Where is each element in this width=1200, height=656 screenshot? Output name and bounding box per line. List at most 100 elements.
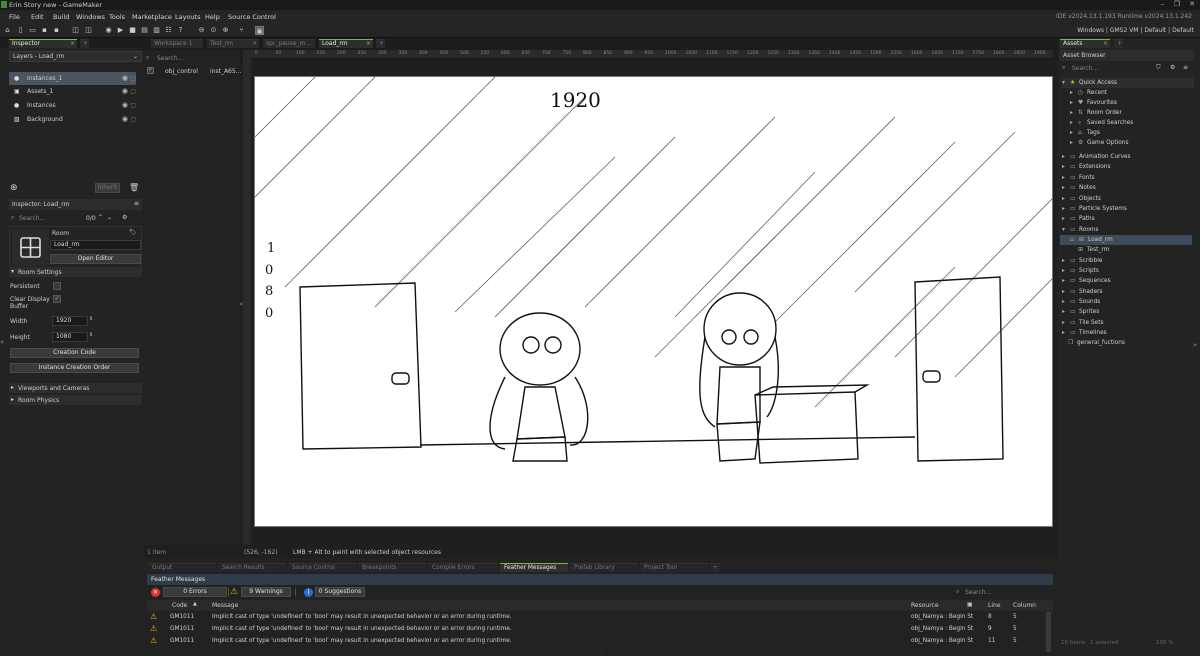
chevron-up-icon[interactable]: ⌃ (98, 214, 103, 221)
save-all-icon[interactable]: ▪ (52, 26, 61, 35)
tab-assets[interactable]: Assets × (1060, 39, 1110, 48)
add-tab-button[interactable]: + (1114, 39, 1123, 48)
instance-checkbox[interactable]: ✓ (147, 67, 154, 74)
folder-objects[interactable]: ▸ ▭ Objects (1062, 194, 1101, 204)
persistent-checkbox[interactable] (53, 282, 61, 290)
collapse-left-icon[interactable]: « (0, 338, 4, 346)
feather-search-input[interactable]: Search... (965, 589, 991, 596)
folder-notes[interactable]: ▸ ▭ Notes (1062, 183, 1096, 193)
folder-extensions[interactable]: ▸ ▭ Extensions (1062, 162, 1110, 172)
creation-code-button[interactable]: Creation Code (10, 348, 139, 358)
table-row[interactable]: ⚠ GM1011 Implicit cast of type 'undefine… (147, 611, 1053, 623)
add-tab-button[interactable]: + (710, 563, 720, 572)
width-input[interactable]: 1920 (52, 316, 88, 326)
viewports-header[interactable]: ▸ Viewports and Cameras (9, 383, 142, 393)
folder-animation-curves[interactable]: ▸ ▭ Animation Curves (1062, 152, 1131, 162)
add-tab-button[interactable]: + (376, 39, 385, 48)
folder-scribble[interactable]: ▸ ▭ Scribble (1062, 256, 1102, 266)
close-icon[interactable]: × (70, 40, 75, 48)
tab-workspace-1[interactable]: Workspace 1 (151, 39, 203, 48)
clean-icon[interactable]: ▤ (140, 26, 149, 35)
debug-icon[interactable]: ◉ (104, 26, 113, 35)
room-settings-header[interactable]: ▾ Room Settings (9, 267, 142, 277)
inspector-search-input[interactable]: Search... (19, 215, 45, 222)
close-icon[interactable]: × (366, 40, 371, 48)
menu-build[interactable]: Build (53, 13, 69, 21)
tag-icon[interactable]: 🏷 (129, 229, 137, 236)
room-name-field[interactable]: Load_rm (50, 240, 141, 250)
room-canvas[interactable]: 1920 1 0 8 0 (254, 76, 1053, 527)
package-icon[interactable]: ◫ (71, 26, 80, 35)
visibility-eye-icon[interactable]: ◉ (122, 85, 128, 98)
build-icon[interactable]: ▥ (152, 26, 161, 35)
target-selector[interactable]: Windows | GMS2 VM | Default | Default (1077, 27, 1194, 34)
script-general-fuctions[interactable]: ❐ general_fuctions (1068, 338, 1125, 348)
quick-item-saved-searches[interactable]: ▸ ⌕ Saved Searches (1070, 118, 1133, 128)
col-resource[interactable]: Resource (911, 602, 939, 609)
visibility-eye-icon[interactable]: ◉ (122, 113, 128, 126)
quick-access-header[interactable]: ▾ ★ Quick Access (1062, 78, 1194, 88)
folder-particle-systems[interactable]: ▸ ▭ Particle Systems (1062, 204, 1127, 214)
folder-tile-sets[interactable]: ▸ ▭ Tile Sets (1062, 318, 1104, 328)
menu-icon[interactable]: ≡ (134, 200, 139, 207)
close-icon[interactable]: × (1103, 40, 1108, 48)
maximize-button[interactable]: ❐ (1174, 0, 1180, 8)
folder-scripts[interactable]: ▸ ▭ Scripts (1062, 266, 1099, 276)
tab-test-rm[interactable]: Test_rm × (207, 39, 259, 48)
home-icon[interactable]: ⌂ (3, 26, 12, 35)
zoom-reset-icon[interactable]: ⊙ (209, 26, 218, 35)
height-input[interactable]: 1080 (52, 332, 88, 342)
menu-source-control[interactable]: Source Control (228, 13, 276, 21)
asset-zoom[interactable]: 100 % (1156, 640, 1173, 646)
table-row[interactable]: ⚠ GM1011 Implicit cast of type 'undefine… (147, 635, 1053, 647)
zoom-in-icon[interactable]: ⊕ (221, 26, 230, 35)
row-resource[interactable]: obj_Namya : Begin St (911, 611, 973, 623)
menu-file[interactable]: File (9, 13, 20, 21)
table-row[interactable]: ⚠ GM1011 Implicit cast of type 'undefine… (147, 623, 1053, 635)
menu-edit[interactable]: Edit (31, 13, 44, 21)
add-layer-icon[interactable]: ⊕ (10, 183, 18, 193)
target-device-icon[interactable]: ▣ (255, 26, 264, 35)
quick-item-favourites[interactable]: ▸ ♥ Favourites (1070, 98, 1117, 108)
open-folder-icon[interactable]: ▭ (28, 26, 37, 35)
folder-timelines[interactable]: ▸ ▭ Timelines (1062, 328, 1107, 338)
tab-feather-messages[interactable]: Feather Messages (500, 563, 568, 572)
folder-sequences[interactable]: ▸ ▭ Sequences (1062, 276, 1111, 286)
lock-icon[interactable]: ▢ (130, 85, 136, 98)
errors-filter-button[interactable]: 0 Errors (163, 587, 227, 597)
folder-sounds[interactable]: ▸ ▭ Sounds (1062, 297, 1100, 307)
delete-layer-icon[interactable]: 🗑 (129, 183, 139, 192)
quick-item-room-order[interactable]: ▸ ⇅ Room Order (1070, 108, 1122, 118)
open-editor-button[interactable]: Open Editor (50, 254, 141, 264)
room-item-test-rm[interactable]: ⊞ Test_rm (1078, 245, 1109, 255)
run-icon[interactable]: ▶ (116, 26, 125, 35)
col-line[interactable]: Line (988, 602, 1001, 609)
visibility-eye-icon[interactable]: ◉ (122, 72, 128, 85)
stop-icon[interactable]: ■ (128, 26, 137, 35)
scrollbar[interactable] (1046, 612, 1051, 652)
tab-inspector[interactable]: Inspector × (9, 39, 77, 48)
instance-creation-order-button[interactable]: Instance Creation Order (10, 363, 139, 373)
new-file-icon[interactable]: ▯ (16, 26, 25, 35)
source-control-icon[interactable]: ⑂ (237, 26, 246, 35)
filter-icon[interactable]: ▣ (967, 601, 973, 608)
instance-name[interactable]: obj_control (165, 68, 198, 75)
quick-item-tags[interactable]: ▸ ⌂ Tags (1070, 128, 1100, 138)
layers-header[interactable]: Layers - Load_rm ⌄ (9, 51, 142, 62)
tab-source-control[interactable]: Source Control (288, 563, 356, 572)
export-icon[interactable]: ◫ (84, 26, 93, 35)
width-stepper[interactable]: ⇕ (89, 316, 93, 322)
menu-icon[interactable]: ≡ (1183, 64, 1188, 71)
clear-display-checkbox[interactable]: ✓ (53, 295, 61, 303)
lock-icon[interactable]: ▢ (130, 113, 136, 126)
tab-load-rm[interactable]: Load_rm × (319, 39, 373, 48)
layer-instances-1[interactable]: ● Instances_1 ◉ ▢ (9, 72, 136, 85)
quick-item-recent[interactable]: ▸ ◷ Recent (1070, 88, 1107, 98)
tab-project-tool[interactable]: Project Tool (640, 563, 708, 572)
room-physics-header[interactable]: ▸ Room Physics (9, 395, 142, 405)
zoom-out-icon[interactable]: ⊖ (197, 26, 206, 35)
layer-assets-1[interactable]: ▣ Assets_1 ◉ ▢ (9, 85, 136, 98)
chevron-down-icon[interactable]: ⌄ (107, 214, 112, 221)
menu-tools[interactable]: Tools (109, 13, 125, 21)
help-icon[interactable]: ? (176, 26, 185, 35)
